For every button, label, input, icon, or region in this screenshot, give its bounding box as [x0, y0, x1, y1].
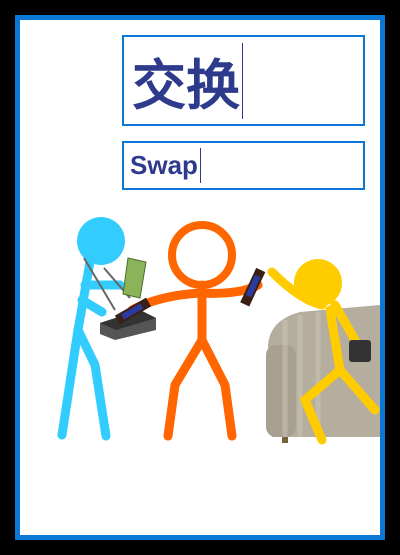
english-word-text: Swap — [130, 150, 198, 180]
chinese-word-text: 交换 — [132, 54, 240, 117]
text-cursor — [199, 148, 201, 183]
stick-figures-swap-illustration — [57, 217, 380, 445]
chinese-word-field[interactable]: 交换 — [122, 35, 365, 126]
couch-image — [266, 305, 380, 443]
text-cursor — [242, 42, 243, 119]
english-word-field[interactable]: Swap — [122, 141, 365, 190]
wallet-icon — [349, 340, 371, 362]
dollar-bill-icon — [122, 257, 147, 299]
